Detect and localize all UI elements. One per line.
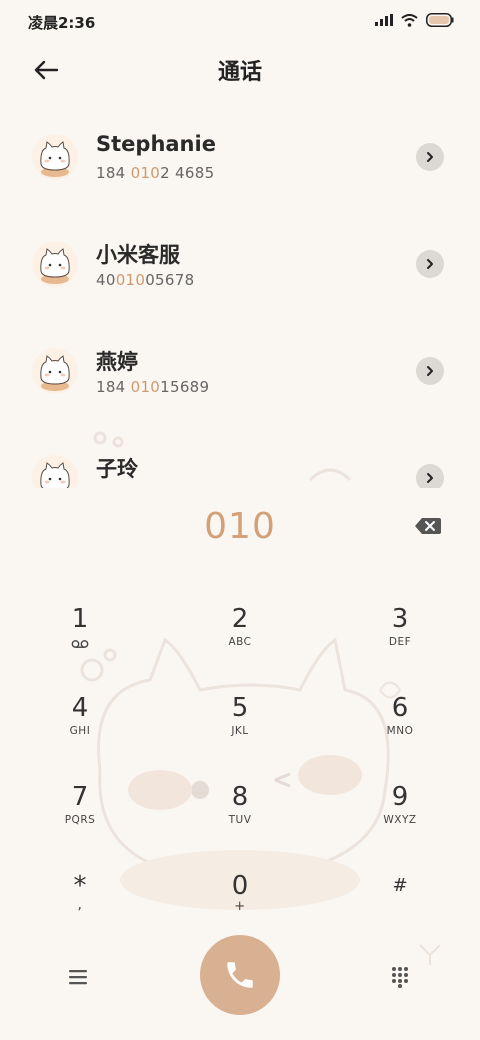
dialed-number: 010 bbox=[204, 506, 276, 547]
contact-number: 4001005678 bbox=[96, 271, 195, 289]
backspace-button[interactable] bbox=[414, 516, 442, 536]
contact-detail-button[interactable] bbox=[416, 464, 444, 488]
chevron-right-icon bbox=[427, 259, 433, 269]
status-bar: 凌晨2:36 bbox=[0, 0, 480, 44]
key-2[interactable]: 2 ABC bbox=[160, 590, 320, 679]
contact-detail-button[interactable] bbox=[416, 250, 444, 278]
bottom-bar bbox=[0, 935, 480, 1015]
header: 通话 bbox=[0, 44, 480, 96]
key-8[interactable]: 8 TUV bbox=[160, 768, 320, 857]
key-hash[interactable]: # bbox=[320, 857, 480, 946]
chevron-right-icon bbox=[427, 473, 433, 483]
contact-name: Stephanie bbox=[96, 132, 216, 156]
contact-name: 子玲 bbox=[96, 457, 138, 481]
key-5[interactable]: 5 JKL bbox=[160, 679, 320, 768]
contact-name: 燕婷 bbox=[96, 350, 138, 374]
status-icons bbox=[375, 13, 454, 27]
contact-detail-button[interactable] bbox=[416, 143, 444, 171]
key-star[interactable]: * , bbox=[0, 857, 160, 946]
dial-display: 010 bbox=[0, 500, 480, 560]
status-time: 凌晨2:36 bbox=[28, 14, 96, 32]
contact-item[interactable]: 子玲 bbox=[0, 425, 480, 488]
contact-avatar bbox=[32, 241, 78, 287]
key-7[interactable]: 7 PQRS bbox=[0, 768, 160, 857]
menu-button[interactable] bbox=[62, 961, 94, 993]
battery-icon bbox=[426, 13, 454, 27]
chevron-right-icon bbox=[427, 152, 433, 162]
chevron-right-icon bbox=[427, 366, 433, 376]
wifi-icon bbox=[401, 13, 418, 27]
contact-item[interactable]: 燕婷 184 01015689 bbox=[0, 318, 480, 425]
page-title: 通话 bbox=[217, 60, 262, 85]
voicemail-icon bbox=[71, 640, 89, 648]
contact-number: 184 01015689 bbox=[96, 378, 210, 396]
backspace-icon bbox=[415, 518, 441, 534]
key-6[interactable]: 6 MNO bbox=[320, 679, 480, 768]
contact-number: 184 0102 4685 bbox=[96, 164, 215, 182]
dialpad-toggle-button[interactable] bbox=[384, 961, 416, 993]
contact-avatar bbox=[32, 348, 78, 394]
contact-item[interactable]: Stephanie 184 0102 4685 bbox=[0, 104, 480, 211]
menu-icon bbox=[69, 970, 87, 985]
signal-icon bbox=[375, 14, 393, 26]
call-button[interactable] bbox=[200, 935, 280, 1015]
phone-icon bbox=[227, 962, 253, 988]
dialpad-icon bbox=[392, 967, 408, 988]
keypad: 1 2 ABC 3 DEF 4 GHI 5 JKL 6 MNO 7 PQRS 8… bbox=[0, 590, 480, 946]
key-9[interactable]: 9 WXYZ bbox=[320, 768, 480, 857]
contact-item[interactable]: 小米客服 4001005678 bbox=[0, 211, 480, 318]
key-4[interactable]: 4 GHI bbox=[0, 679, 160, 768]
contact-avatar bbox=[32, 455, 78, 488]
key-0[interactable]: 0 + bbox=[160, 857, 320, 946]
key-1[interactable]: 1 bbox=[0, 590, 160, 679]
key-3[interactable]: 3 DEF bbox=[320, 590, 480, 679]
contact-name: 小米客服 bbox=[96, 243, 180, 267]
contact-avatar bbox=[32, 134, 78, 180]
contact-detail-button[interactable] bbox=[416, 357, 444, 385]
contact-list[interactable]: Stephanie 184 0102 4685 小米客服 4001005678 bbox=[0, 104, 480, 488]
